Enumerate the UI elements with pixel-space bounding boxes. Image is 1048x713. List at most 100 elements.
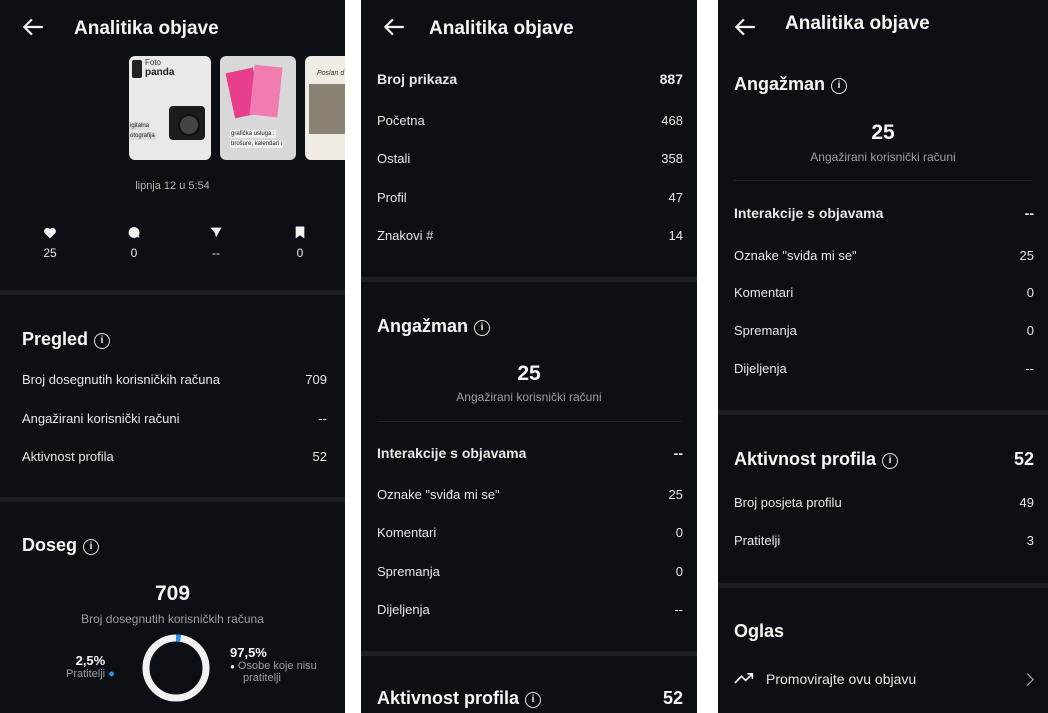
bookmark-icon <box>295 226 305 239</box>
aktivnost-title-text: Aktivnost profila <box>377 688 520 708</box>
row-value: -- <box>1024 205 1034 221</box>
row-label: Aktivnost profila <box>22 449 114 464</box>
reach-subtitle: Broj dosegnutih korisničkih računa <box>81 612 264 626</box>
row-value: 709 <box>305 372 327 387</box>
row-label: Pratitelji <box>734 533 781 548</box>
row-label: Broj posjeta profilu <box>734 495 842 510</box>
interactions-row-comments: Komentari 0 <box>718 282 1048 304</box>
heart-icon <box>44 227 56 239</box>
non-followers-label-2: pratitelji <box>243 672 281 684</box>
reach-total: 709 <box>154 582 191 605</box>
back-arrow-icon[interactable] <box>20 14 46 40</box>
followers-pct: 2,5% <box>75 653 106 668</box>
chevron-right-icon <box>1021 673 1034 686</box>
top-bar: Analitika objave <box>718 0 1048 56</box>
info-icon[interactable]: i <box>882 453 899 469</box>
interactions-row-likes: Oznake "sviđa mi se" 25 <box>361 484 697 506</box>
row-label: Komentari <box>377 525 437 540</box>
back-arrow-icon[interactable] <box>381 14 407 40</box>
info-icon[interactable]: i <box>83 539 100 555</box>
interactions-row-saves: Spremanja 0 <box>718 320 1048 342</box>
profile-activity-total: 52 <box>1013 449 1034 469</box>
row-label: Ostali <box>377 151 411 166</box>
info-icon[interactable]: i <box>831 78 848 94</box>
trending-up-icon <box>734 673 754 684</box>
followers-label: Pratitelji <box>66 668 106 680</box>
row-label: Spremanja <box>734 323 797 338</box>
section-title-angazman: Angažman i <box>377 316 491 337</box>
likes-count: 25 <box>43 246 57 260</box>
top-bar: Analitika objave <box>361 0 697 56</box>
panel-overview: Analitika objave Foto panda igitalna oto… <box>0 0 345 713</box>
row-value: 468 <box>661 113 683 128</box>
camera-image <box>169 106 205 140</box>
post-thumbnail-1[interactable]: Foto panda igitalna otografija <box>129 56 211 160</box>
row-value: 14 <box>668 228 683 243</box>
thumb1-line2: panda <box>145 67 175 78</box>
thumb1-line3: igitalna <box>129 122 151 130</box>
row-label: Komentari <box>734 285 794 300</box>
thumb3-line1: Poslan d <box>317 70 345 77</box>
doseg-title-text: Doseg <box>22 535 78 555</box>
info-icon[interactable]: i <box>474 320 491 336</box>
pregled-title-text: Pregled <box>22 329 89 349</box>
activity-row-profile-visits: Broj posjeta profilu 49 <box>718 492 1048 514</box>
row-label: Interakcije s objavama <box>734 205 884 221</box>
row-label: Spremanja <box>377 564 440 579</box>
promote-label: Promovirajte ovu objavu <box>766 671 917 687</box>
post-thumbnail-3[interactable]: Poslan d <box>305 56 345 160</box>
row-label: Angažirani korisnički računi <box>22 411 180 426</box>
row-value: -- <box>674 602 683 617</box>
angazman-title-text: Angažman <box>377 316 469 336</box>
row-value: 49 <box>1019 495 1034 510</box>
section-title-oglas: Oglas <box>734 621 785 641</box>
page-title: Analitika objave <box>429 18 574 39</box>
info-icon[interactable]: i <box>94 333 111 349</box>
profile-activity-total: 52 <box>662 688 683 708</box>
thumb1-line4: otografija <box>129 132 156 140</box>
info-icon[interactable]: i <box>525 692 542 708</box>
interactions-row-comments: Komentari 0 <box>361 522 697 544</box>
row-label: Znakovi # <box>377 228 434 243</box>
row-value: -- <box>1025 361 1034 376</box>
separator <box>718 410 1048 415</box>
photo-collage-image <box>309 84 345 134</box>
thumb1-line1: Foto <box>145 58 162 67</box>
row-value: 0 <box>675 525 683 540</box>
row-value: 0 <box>1026 285 1034 300</box>
pregled-row-reached: Broj dosegnutih korisničkih računa 709 <box>0 369 345 391</box>
separator <box>0 290 345 295</box>
views-header-row: Broj prikaza 887 <box>361 68 697 90</box>
donut-non-followers-arc <box>142 634 210 702</box>
comment-icon <box>128 227 140 238</box>
row-value: -- <box>318 411 327 426</box>
views-row-other: Ostali 358 <box>361 148 697 170</box>
thumb2-line1: grafička usluga : <box>230 130 276 138</box>
shares-count: -- <box>212 246 220 260</box>
row-value: 887 <box>659 71 683 87</box>
row-label: Broj dosegnutih korisničkih računa <box>22 372 220 387</box>
white-dot-icon: ● <box>230 662 235 671</box>
section-title-aktivnost: Aktivnost profila i <box>377 688 542 709</box>
panel-engagement: Analitika objave Angažman i 25 Angažirani… <box>718 0 1048 713</box>
panel-views: Analitika objave Broj prikaza 887 Početn… <box>361 0 697 713</box>
promote-post-button[interactable]: Promovirajte ovu objavu <box>718 667 1048 691</box>
pregled-row-engaged: Angažirani korisnički računi -- <box>0 408 345 430</box>
interactions-row-shares: Dijeljenja -- <box>361 599 697 621</box>
engagement-subtitle: Angažirani korisnički računi <box>810 150 956 164</box>
row-label: Interakcije s objavama <box>377 445 527 461</box>
page-title: Analitika objave <box>74 18 219 39</box>
views-row-hashtags: Znakovi # 14 <box>361 225 697 247</box>
post-thumbnail-2[interactable]: grafička usluga : brošure, kalendari i <box>220 56 296 160</box>
divider <box>377 421 681 422</box>
row-value: 3 <box>1026 533 1034 548</box>
views-row-profile: Profil 47 <box>361 187 697 209</box>
section-title-pregled: Pregled i <box>22 329 111 350</box>
row-label: Profil <box>377 190 407 205</box>
aktivnost-title-text: Aktivnost profila <box>734 449 877 469</box>
back-arrow-icon[interactable] <box>732 14 758 40</box>
row-value: 25 <box>668 487 683 502</box>
interactions-row-shares: Dijeljenja -- <box>718 358 1048 380</box>
top-bar: Analitika objave <box>0 0 345 56</box>
divider <box>734 180 1032 181</box>
